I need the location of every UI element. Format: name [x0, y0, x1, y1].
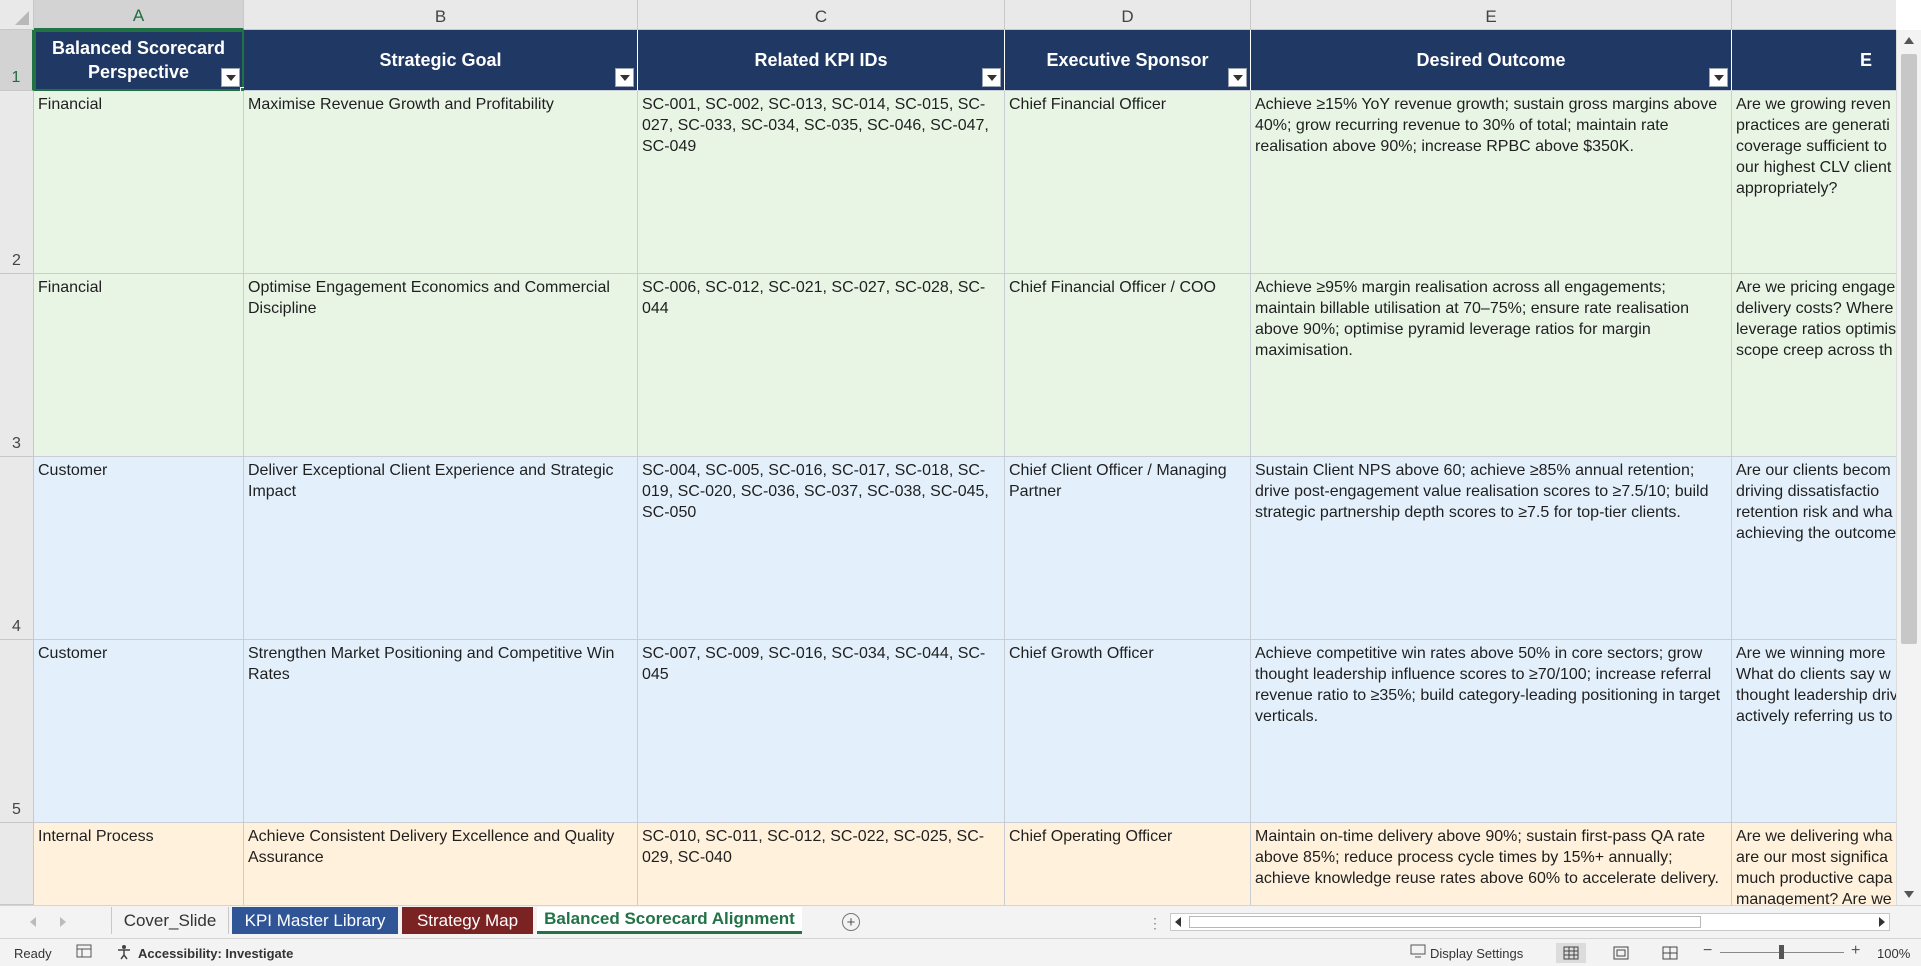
- cell-outcome[interactable]: Achieve ≥15% YoY revenue growth; sustain…: [1251, 91, 1732, 274]
- add-sheet-icon[interactable]: +: [842, 913, 860, 931]
- sheet-tab-cover-slide[interactable]: Cover_Slide: [111, 907, 229, 934]
- cell-question[interactable]: Are we delivering wha are our most signi…: [1732, 823, 1896, 905]
- row-header-1[interactable]: 1: [0, 30, 34, 91]
- header-cell-goal[interactable]: Strategic Goal: [244, 30, 638, 91]
- cell-perspective[interactable]: Financial: [34, 274, 244, 457]
- header-label-goal: Strategic Goal: [379, 50, 502, 70]
- cell-sponsor[interactable]: Chief Financial Officer: [1005, 91, 1251, 274]
- horizontal-scroll-thumb[interactable]: [1189, 916, 1701, 928]
- row-header-4[interactable]: 4: [0, 457, 34, 640]
- cell-goal[interactable]: Optimise Engagement Economics and Commer…: [244, 274, 638, 457]
- cell-outcome[interactable]: Sustain Client NPS above 60; achieve ≥85…: [1251, 457, 1732, 640]
- row-header-6[interactable]: [0, 823, 34, 905]
- row-header-3[interactable]: 3: [0, 274, 34, 457]
- zoom-out-icon[interactable]: −: [1703, 942, 1712, 960]
- status-ready: Ready: [14, 946, 52, 961]
- header-label-f: E: [1860, 50, 1873, 70]
- vertical-scrollbar[interactable]: [1896, 30, 1921, 905]
- header-cell-outcome[interactable]: Desired Outcome: [1251, 30, 1732, 91]
- cell-kpis[interactable]: SC-004, SC-005, SC-016, SC-017, SC-018, …: [638, 457, 1005, 640]
- select-all-corner[interactable]: [0, 0, 34, 30]
- cell-perspective[interactable]: Internal Process: [34, 823, 244, 905]
- header-cell-f[interactable]: E: [1732, 30, 1896, 91]
- spreadsheet-grid: Balanced Scorecard Perspective Strategic…: [34, 30, 1896, 905]
- sheet-tab-kpi-master-library[interactable]: KPI Master Library: [232, 907, 398, 934]
- cell-outcome[interactable]: Achieve ≥95% margin realisation across a…: [1251, 274, 1732, 457]
- cell-kpis[interactable]: SC-006, SC-012, SC-021, SC-027, SC-028, …: [638, 274, 1005, 457]
- cell-sponsor[interactable]: Chief Client Officer / Managing Partner: [1005, 457, 1251, 640]
- filter-dropdown-icon[interactable]: [982, 68, 1001, 87]
- accessibility-icon[interactable]: [116, 944, 132, 963]
- row-header-2[interactable]: 2: [0, 91, 34, 274]
- header-label-outcome: Desired Outcome: [1416, 50, 1566, 70]
- sheet-tab-strategy-map[interactable]: Strategy Map: [402, 907, 533, 934]
- column-header-e[interactable]: E: [1251, 0, 1732, 30]
- macro-record-icon[interactable]: [76, 944, 92, 961]
- tab-split-handle-icon[interactable]: ⋮: [1148, 915, 1162, 932]
- cell-sponsor[interactable]: Chief Growth Officer: [1005, 640, 1251, 823]
- cell-kpis[interactable]: SC-001, SC-002, SC-013, SC-014, SC-015, …: [638, 91, 1005, 274]
- next-sheet-arrow-icon[interactable]: [60, 917, 66, 927]
- cell-perspective[interactable]: Customer: [34, 457, 244, 640]
- row-header-5[interactable]: 5: [0, 640, 34, 823]
- cell-sponsor[interactable]: Chief Operating Officer: [1005, 823, 1251, 905]
- zoom-in-icon[interactable]: +: [1851, 942, 1860, 960]
- cell-kpis[interactable]: SC-007, SC-009, SC-016, SC-034, SC-044, …: [638, 640, 1005, 823]
- zoom-level[interactable]: 100%: [1877, 946, 1910, 961]
- page-layout-view-icon[interactable]: [1606, 943, 1636, 963]
- cell-goal[interactable]: Strengthen Market Positioning and Compet…: [244, 640, 638, 823]
- scroll-right-arrow-icon[interactable]: [1879, 917, 1885, 927]
- cell-question[interactable]: Are we pricing engage delivery costs? Wh…: [1732, 274, 1896, 457]
- column-header-f[interactable]: [1732, 0, 1896, 30]
- filter-dropdown-icon[interactable]: [1228, 68, 1247, 87]
- cell-outcome[interactable]: Maintain on-time delivery above 90%; sus…: [1251, 823, 1732, 905]
- sheet-tab-balanced-scorecard-alignment[interactable]: Balanced Scorecard Alignment: [537, 907, 802, 934]
- prev-sheet-arrow-icon[interactable]: [30, 917, 36, 927]
- accessibility-status[interactable]: Accessibility: Investigate: [138, 946, 293, 961]
- select-all-triangle: [15, 11, 29, 25]
- filter-dropdown-icon[interactable]: [615, 68, 634, 87]
- zoom-slider-thumb[interactable]: [1779, 945, 1784, 959]
- header-cell-perspective[interactable]: Balanced Scorecard Perspective: [34, 30, 244, 91]
- sheet-tab-bar: Cover_Slide KPI Master Library Strategy …: [0, 905, 1921, 938]
- horizontal-scrollbar[interactable]: [1170, 913, 1890, 931]
- header-cell-sponsor[interactable]: Executive Sponsor: [1005, 30, 1251, 91]
- column-header-c[interactable]: C: [638, 0, 1005, 30]
- cell-goal[interactable]: Achieve Consistent Delivery Excellence a…: [244, 823, 638, 905]
- filter-dropdown-icon[interactable]: [1709, 68, 1728, 87]
- scroll-up-arrow-icon[interactable]: [1904, 37, 1914, 44]
- status-bar: Ready Accessibility: Investigate Display…: [0, 938, 1921, 966]
- column-header-b[interactable]: B: [244, 0, 638, 30]
- cell-perspective[interactable]: Financial: [34, 91, 244, 274]
- cell-question[interactable]: Are we growing reven practices are gener…: [1732, 91, 1896, 274]
- cell-question[interactable]: Are we winning more What do clients say …: [1732, 640, 1896, 823]
- header-label-sponsor: Executive Sponsor: [1046, 50, 1209, 70]
- header-cell-kpis[interactable]: Related KPI IDs: [638, 30, 1005, 91]
- cell-question[interactable]: Are our clients becom is driving dissati…: [1732, 457, 1896, 640]
- cell-goal[interactable]: Deliver Exceptional Client Experience an…: [244, 457, 638, 640]
- filter-dropdown-icon[interactable]: [221, 68, 240, 87]
- cell-perspective[interactable]: Customer: [34, 640, 244, 823]
- column-header-d[interactable]: D: [1005, 0, 1251, 30]
- cell-goal[interactable]: Maximise Revenue Growth and Profitabilit…: [244, 91, 638, 274]
- scroll-down-arrow-icon[interactable]: [1904, 891, 1914, 898]
- scroll-left-arrow-icon[interactable]: [1175, 917, 1181, 927]
- cell-sponsor[interactable]: Chief Financial Officer / COO: [1005, 274, 1251, 457]
- cell-kpis[interactable]: SC-010, SC-011, SC-012, SC-022, SC-025, …: [638, 823, 1005, 905]
- column-header-a[interactable]: A: [34, 0, 244, 30]
- display-settings-icon[interactable]: [1410, 944, 1426, 961]
- header-label-kpis: Related KPI IDs: [754, 50, 888, 70]
- display-settings-label[interactable]: Display Settings: [1430, 946, 1523, 961]
- normal-view-icon[interactable]: [1556, 943, 1586, 963]
- vertical-scroll-thumb[interactable]: [1901, 54, 1917, 644]
- page-break-preview-icon[interactable]: [1655, 943, 1685, 963]
- cell-outcome[interactable]: Achieve competitive win rates above 50% …: [1251, 640, 1732, 823]
- header-label-perspective: Balanced Scorecard Perspective: [51, 38, 226, 82]
